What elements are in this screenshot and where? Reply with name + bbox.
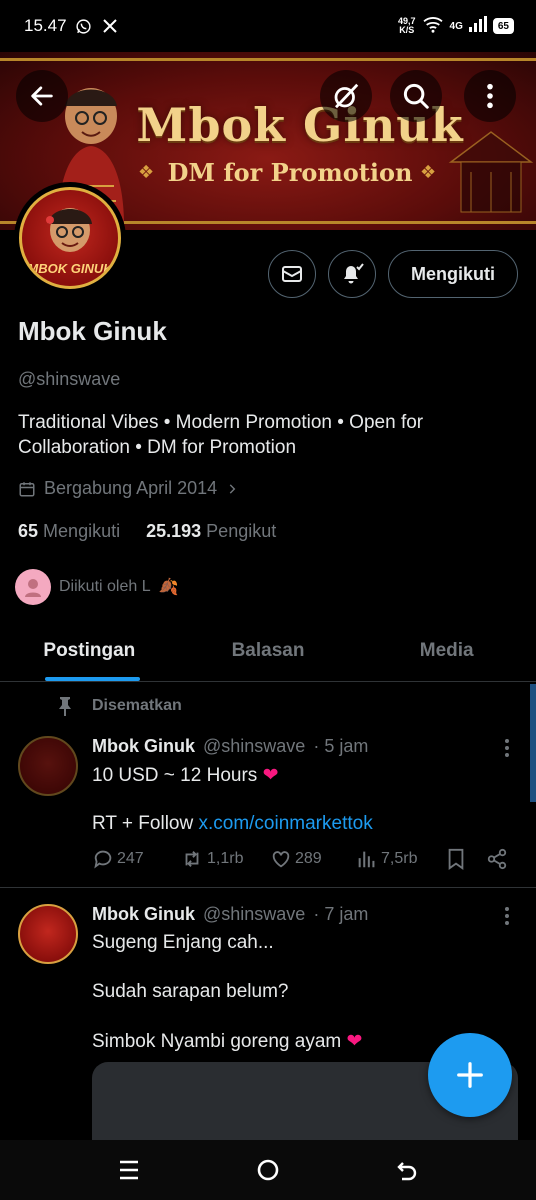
message-button[interactable] (268, 250, 316, 298)
tab-replies[interactable]: Balasan (179, 620, 358, 681)
bookmark-icon (448, 848, 464, 870)
avatar-text: MBOK GINUK (27, 261, 113, 276)
post-avatar[interactable] (18, 904, 78, 964)
whatsapp-icon (75, 17, 93, 35)
status-time: 15.47 (24, 16, 67, 35)
banner-house-illustration (448, 131, 534, 213)
plus-icon (457, 1062, 483, 1088)
post-header: Mbok Ginuk @shinswave · 7 jam (92, 904, 368, 925)
pinned-label: Disematkan (56, 696, 182, 716)
ornament-right-icon: ❖ (420, 162, 437, 182)
search-button[interactable] (390, 70, 442, 122)
following-count-link[interactable]: 65 Mengikuti (18, 521, 120, 542)
post-time: · 5 jam (313, 736, 369, 756)
post-text-line: 10 USD ~ 12 Hours ❤ (92, 765, 279, 786)
post-more-icon[interactable] (504, 738, 510, 758)
joined-date-row[interactable]: Bergabung April 2014 (18, 478, 239, 499)
profile-actions: Mengikuti (268, 250, 518, 298)
leaf-emoji-icon: 🍂 (158, 579, 179, 596)
net-speed: 49,7 K/S (398, 16, 416, 35)
followed-by-row[interactable]: Diikuti oleh L 🍂 (15, 569, 179, 605)
joined-date: Bergabung April 2014 (44, 478, 218, 498)
more-vertical-icon (487, 83, 493, 109)
home-icon[interactable] (256, 1158, 280, 1182)
back-nav-icon[interactable] (395, 1158, 419, 1182)
bell-check-icon (344, 263, 364, 284)
heart-emoji-icon: ❤ (346, 1031, 363, 1052)
back-button[interactable] (16, 70, 68, 122)
post-author-handle: @shinswave (203, 736, 306, 756)
scroll-indicator[interactable] (530, 684, 536, 802)
compose-post-button[interactable] (428, 1033, 512, 1117)
tab-posts[interactable]: Postingan (0, 620, 179, 681)
signal-icon (468, 15, 487, 37)
search-icon (403, 83, 429, 109)
share-icon (487, 848, 507, 870)
heart-emoji-icon: ❤ (262, 765, 279, 786)
post-text-line: Simbok Nyambi goreng ayam ❤ (92, 1031, 363, 1052)
envelope-icon (282, 266, 302, 282)
tab-media[interactable]: Media (357, 620, 536, 681)
following-button[interactable]: Mengikuti (388, 250, 518, 298)
wifi-icon (422, 15, 444, 38)
post-text-line: Sugeng Enjang cah... (92, 932, 274, 953)
followers-count-link[interactable]: 25.193 Pengikut (146, 521, 276, 542)
battery-indicator: 65 (492, 18, 514, 34)
post-time: · 7 jam (313, 904, 369, 924)
heart-icon (272, 851, 290, 868)
arrow-left-icon (31, 86, 53, 106)
recent-apps-icon[interactable] (117, 1159, 141, 1181)
post-action-bar: 247 1,1rb 289 7,5rb (92, 848, 512, 870)
share-button[interactable] (486, 848, 508, 870)
follow-counts: 65 Mengikuti 25.193 Pengikut (18, 521, 276, 542)
profile-handle: @shinswave (18, 369, 121, 389)
like-button[interactable]: 289 (270, 848, 356, 870)
followed-by-text: Diikuti oleh L (59, 578, 151, 595)
reply-icon (94, 850, 112, 869)
post-divider (0, 887, 536, 888)
profile-name: Mbok Ginuk (18, 316, 167, 346)
reply-button[interactable]: 247 (92, 848, 180, 870)
more-options-button[interactable] (464, 70, 516, 122)
post-author-name[interactable]: Mbok Ginuk (92, 736, 195, 757)
banner-subtitle: DM for Promotion (167, 158, 413, 187)
pin-icon (59, 697, 71, 716)
repost-icon (185, 851, 199, 867)
x-logo-icon (101, 17, 119, 35)
post-more-icon[interactable] (504, 906, 510, 926)
profile-avatar[interactable]: MBOK GINUK (14, 182, 126, 294)
post-author-handle: @shinswave (203, 904, 306, 924)
repost-button[interactable]: 1,1rb (180, 848, 270, 870)
grok-button[interactable] (320, 70, 372, 122)
views-chart-icon (358, 851, 375, 868)
profile-tabs: Postingan Balasan Media (0, 620, 536, 682)
bookmark-button[interactable] (446, 848, 486, 870)
calendar-icon (19, 481, 35, 496)
follower-avatar (15, 569, 51, 605)
views-button[interactable]: 7,5rb (356, 848, 446, 870)
post-text-line: Sudah sarapan belum? (92, 981, 289, 1002)
post-author-name[interactable]: Mbok Ginuk (92, 904, 195, 925)
post-header: Mbok Ginuk @shinswave · 5 jam (92, 736, 368, 757)
notifications-button[interactable] (328, 250, 376, 298)
network-type: 4G (449, 20, 463, 32)
post-text-line: RT + Follow x.com/coinmarkettok (92, 813, 373, 834)
system-nav-bar (0, 1140, 536, 1200)
grok-icon (334, 83, 359, 109)
status-bar: 15.47 49,7 K/S 4G 65 (0, 0, 536, 52)
post-avatar[interactable] (18, 736, 78, 796)
chevron-right-icon (229, 483, 236, 494)
profile-bio: Traditional Vibes • Modern Promotion • O… (18, 412, 424, 458)
post-link[interactable]: x.com/coinmarkettok (198, 813, 372, 834)
